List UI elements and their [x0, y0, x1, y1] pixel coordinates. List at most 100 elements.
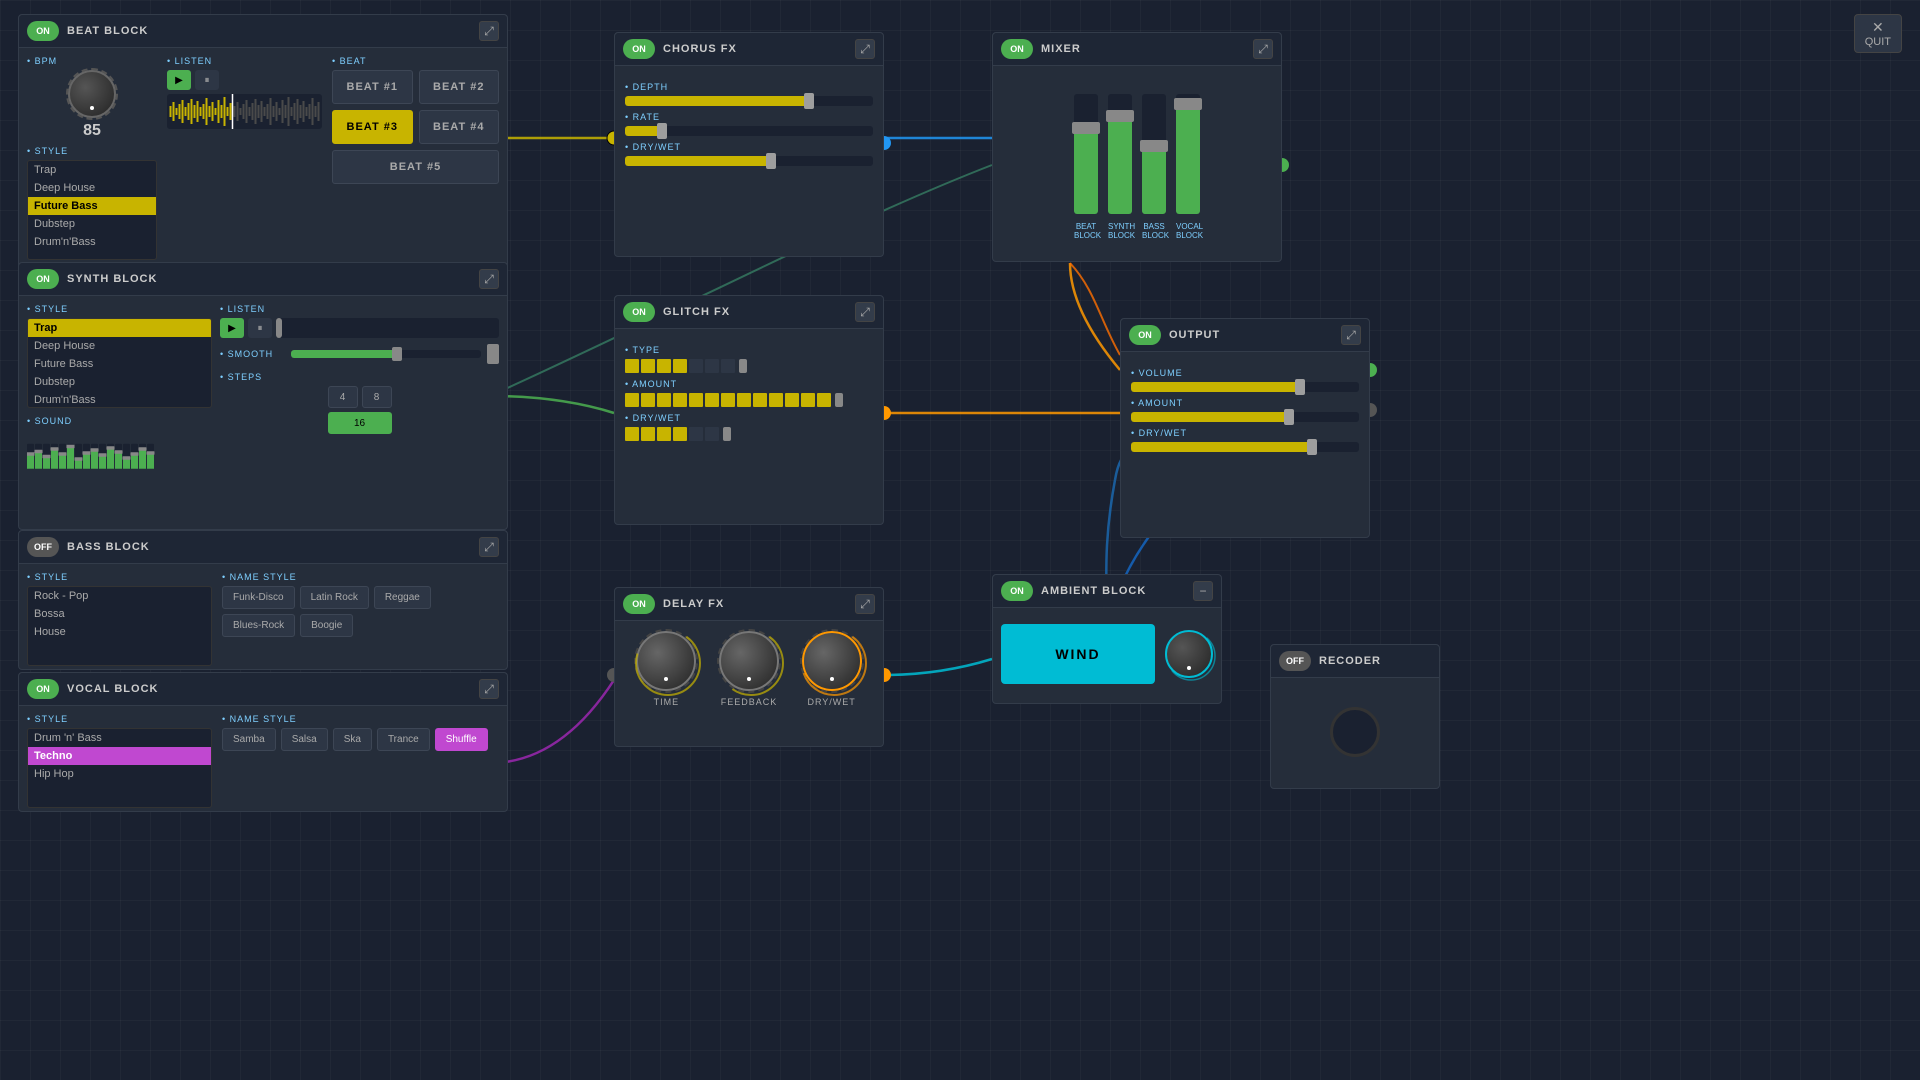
chorus-drywet-label: DRY/WET [625, 142, 873, 152]
bass-style-list[interactable]: Rock - Pop Bossa House [27, 586, 212, 666]
delay-time-knob[interactable] [636, 631, 696, 691]
vocal-name-style-label: NAME STYLE [222, 714, 499, 724]
bass-style-house[interactable]: House [28, 623, 211, 641]
chorus-depth-slider[interactable] [625, 96, 873, 106]
delay-fx-panel: ON DELAY FX ⤢ TIME FEEDBACK [614, 587, 884, 747]
synth-block-on-button[interactable]: ON [27, 269, 59, 289]
bass-style-rockpop[interactable]: Rock - Pop [28, 587, 211, 605]
vocal-style-drumnbass[interactable]: Drum 'n' Bass [28, 729, 211, 747]
delay-fx-expand-button[interactable]: ⤢ [855, 594, 875, 614]
bass-block-expand-button[interactable]: ⤢ [479, 537, 499, 557]
output-panel: ON OUTPUT ⤢ VOLUME AMOUNT DRY/WET [1120, 318, 1370, 538]
chorus-fx-title: CHORUS FX [663, 43, 847, 55]
style-deephouse[interactable]: Deep House [28, 179, 156, 197]
style-trap[interactable]: Trap [28, 161, 156, 179]
synth-play-button[interactable]: ▶ [220, 318, 244, 338]
ambient-block-header: ON AMBIENT BLOCK − [993, 575, 1221, 608]
delay-drywet-knob[interactable] [802, 631, 862, 691]
ambient-knob[interactable] [1165, 630, 1213, 678]
synth-style-list[interactable]: Trap Deep House Future Bass Dubstep Drum… [27, 318, 212, 408]
synth-style-futurebass[interactable]: Future Bass [28, 355, 211, 373]
glitch-type-label: TYPE [625, 345, 873, 355]
synth-block-header: ON SYNTH BLOCK ⤢ [19, 263, 507, 296]
style-futurebass[interactable]: Future Bass [28, 197, 156, 215]
mixer-vocal-fader[interactable] [1176, 94, 1200, 214]
smooth-label: SMOOTH [220, 349, 285, 359]
beat-block-header: ON BEAT BLOCK ⤢ [19, 15, 507, 48]
output-drywet-slider[interactable] [1131, 442, 1359, 452]
style-dubstep[interactable]: Dubstep [28, 215, 156, 233]
bass-style-bossa[interactable]: Bossa [28, 605, 211, 623]
synth-style-trap[interactable]: Trap [28, 319, 211, 337]
glitch-fx-on-button[interactable]: ON [623, 302, 655, 322]
beat4-button[interactable]: BEAT #4 [419, 110, 500, 144]
bass-style-funkdisco[interactable]: Funk-Disco [222, 586, 295, 609]
beat-block-on-button[interactable]: ON [27, 21, 59, 41]
style-list[interactable]: Trap Deep House Future Bass Dubstep Drum… [27, 160, 157, 260]
play-button[interactable]: ▶ [167, 70, 191, 90]
wind-button[interactable]: WIND [1001, 624, 1155, 684]
bass-style-bluesrock[interactable]: Blues-Rock [222, 614, 295, 637]
mixer-synth-fader[interactable] [1108, 94, 1132, 214]
ambient-block-expand-button[interactable]: − [1193, 581, 1213, 601]
synth-style-drumnbass[interactable]: Drum'n'Bass [28, 391, 211, 408]
synth-pause-button[interactable]: ⏸ [248, 318, 272, 338]
synth-block-expand-button[interactable]: ⤢ [479, 269, 499, 289]
beat3-button[interactable]: BEAT #3 [332, 110, 413, 144]
glitch-drywet-display [625, 427, 873, 441]
output-amount-label: AMOUNT [1131, 398, 1359, 408]
chorus-drywet-slider[interactable] [625, 156, 873, 166]
output-expand-button[interactable]: ⤢ [1341, 325, 1361, 345]
bass-style-boogie[interactable]: Boogie [300, 614, 353, 637]
synth-block-panel: ON SYNTH BLOCK ⤢ STYLE Trap Deep House F… [18, 262, 508, 530]
quit-button[interactable]: ✕ QUIT [1854, 14, 1902, 53]
vocal-style-salsa[interactable]: Salsa [281, 728, 328, 751]
glitch-fx-header: ON GLITCH FX ⤢ [615, 296, 883, 329]
output-volume-label: VOLUME [1131, 368, 1359, 378]
vocal-style-hiphop[interactable]: Hip Hop [28, 765, 211, 783]
recoder-on-button[interactable]: OFF [1279, 651, 1311, 671]
smooth-slider[interactable]: SMOOTH [220, 344, 499, 364]
beat1-button[interactable]: BEAT #1 [332, 70, 413, 104]
delay-fx-on-button[interactable]: ON [623, 594, 655, 614]
synth-style-deephouse[interactable]: Deep House [28, 337, 211, 355]
mixer-expand-button[interactable]: ⤢ [1253, 39, 1273, 59]
chorus-rate-slider[interactable] [625, 126, 873, 136]
vocal-block-expand-button[interactable]: ⤢ [479, 679, 499, 699]
bass-block-on-button[interactable]: OFF [27, 537, 59, 557]
steps-16-button[interactable]: 16 [328, 412, 392, 434]
steps-8-button[interactable]: 8 [362, 386, 392, 408]
style-drumnbass[interactable]: Drum'n'Bass [28, 233, 156, 251]
synth-style-dubstep[interactable]: Dubstep [28, 373, 211, 391]
beat-label: BEAT [332, 56, 499, 66]
bpm-knob[interactable] [68, 70, 116, 118]
steps-4-button[interactable]: 4 [328, 386, 358, 408]
recoder-header: OFF RECODER [1271, 645, 1439, 678]
mixer-bass-fader[interactable] [1142, 94, 1166, 214]
bass-style-reggae[interactable]: Reggae [374, 586, 431, 609]
ambient-block-on-button[interactable]: ON [1001, 581, 1033, 601]
vocal-style-trance[interactable]: Trance [377, 728, 430, 751]
beat-block-expand-button[interactable]: ⤢ [479, 21, 499, 41]
output-amount-slider[interactable] [1131, 412, 1359, 422]
vocal-style-techno[interactable]: Techno [28, 747, 211, 765]
mixer-on-button[interactable]: ON [1001, 39, 1033, 59]
beat5-button[interactable]: BEAT #5 [332, 150, 499, 184]
chorus-fx-on-button[interactable]: ON [623, 39, 655, 59]
mixer-vocal-label: VOCAL BLOCK [1176, 222, 1200, 240]
vocal-block-on-button[interactable]: ON [27, 679, 59, 699]
vocal-style-shuffle[interactable]: Shuffle [435, 728, 488, 751]
output-volume-slider[interactable] [1131, 382, 1359, 392]
bass-style-latinrock[interactable]: Latin Rock [300, 586, 369, 609]
vocal-style-ska[interactable]: Ska [333, 728, 372, 751]
output-on-button[interactable]: ON [1129, 325, 1161, 345]
vocal-style-list[interactable]: Drum 'n' Bass Techno Hip Hop [27, 728, 212, 808]
glitch-fx-expand-button[interactable]: ⤢ [855, 302, 875, 322]
beat2-button[interactable]: BEAT #2 [419, 70, 500, 104]
vocal-style-samba[interactable]: Samba [222, 728, 276, 751]
chorus-fx-expand-button[interactable]: ⤢ [855, 39, 875, 59]
rec-button[interactable] [1330, 707, 1380, 757]
delay-feedback-knob[interactable] [719, 631, 779, 691]
pause-button[interactable]: ⏸ [195, 70, 219, 90]
mixer-beat-fader[interactable] [1074, 94, 1098, 214]
